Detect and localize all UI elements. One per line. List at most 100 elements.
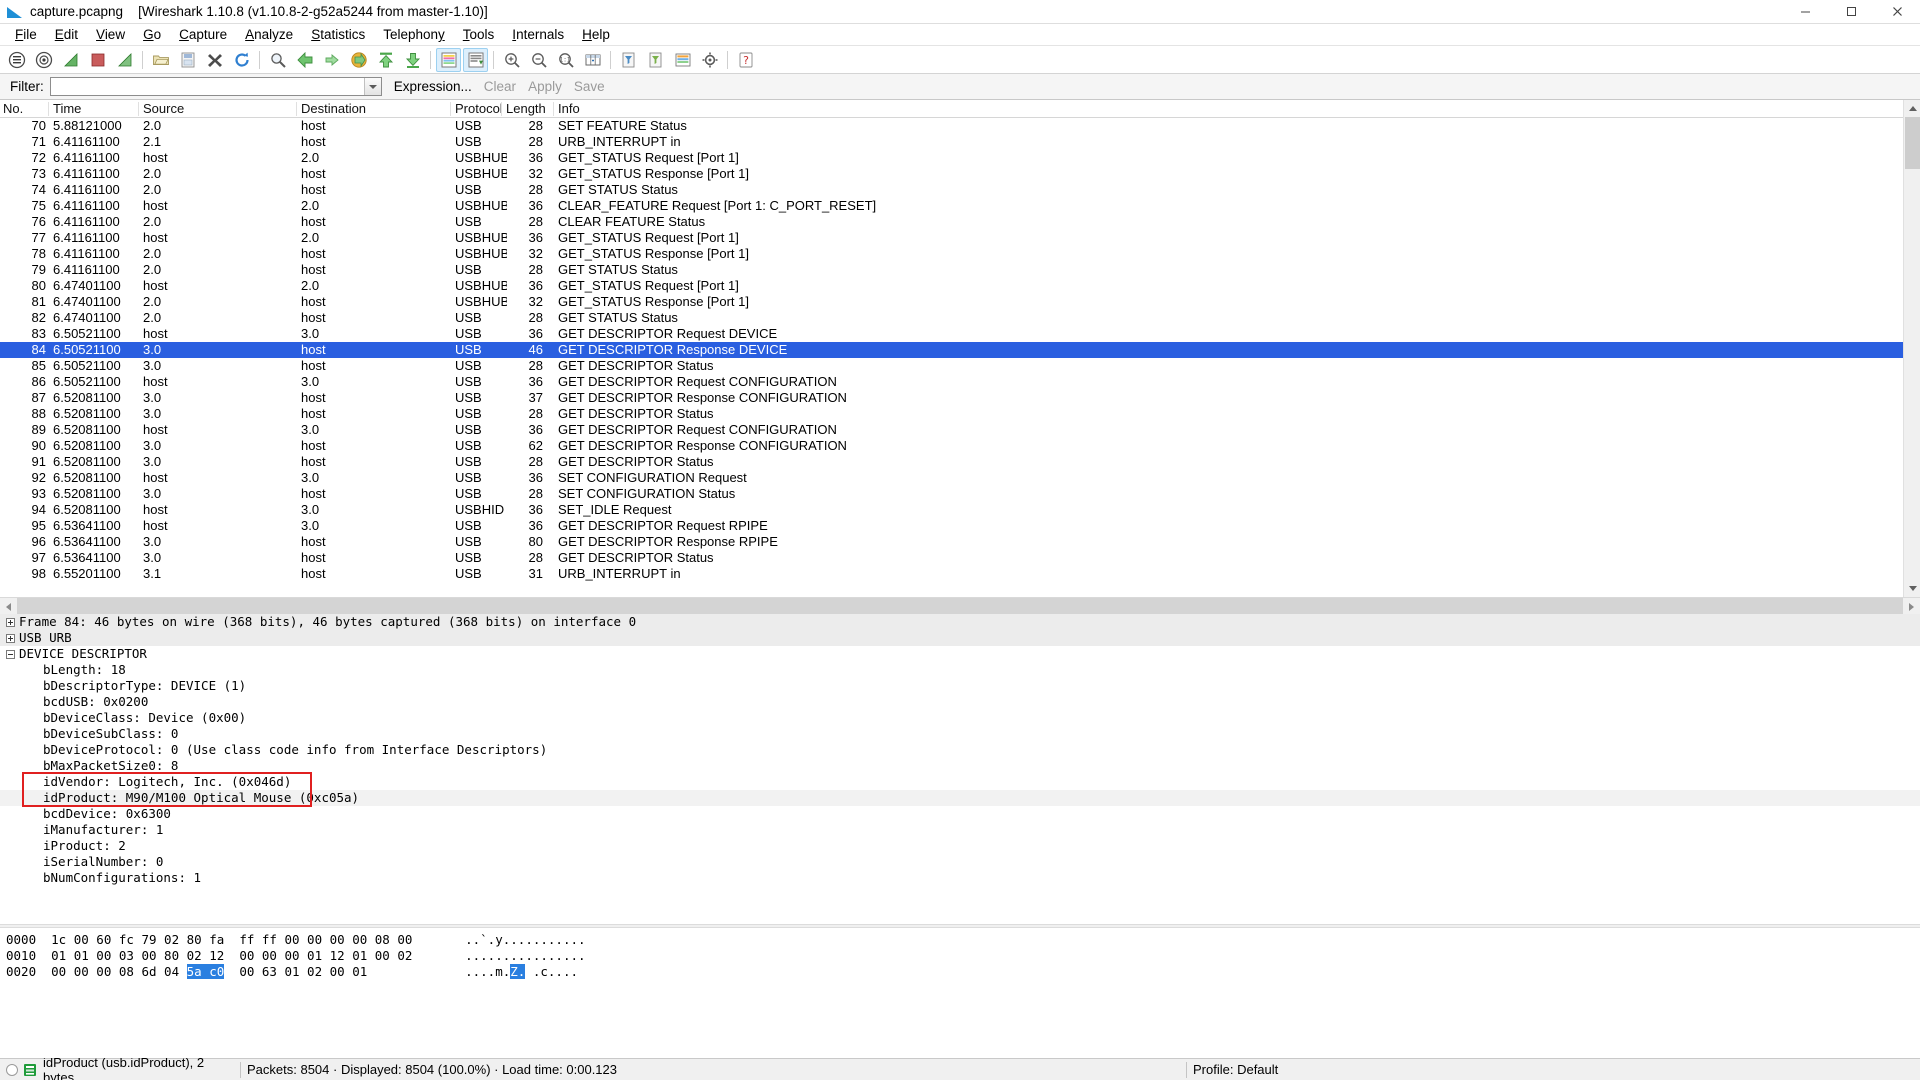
column-divider-destination[interactable] (296, 102, 297, 116)
column-header-no[interactable]: No. (0, 100, 50, 118)
auto-scroll-icon[interactable] (463, 47, 488, 72)
open-file-icon[interactable] (148, 48, 173, 72)
detail-row[interactable]: bcdDevice: 0x6300 (0, 806, 1920, 822)
chevron-down-icon[interactable] (363, 78, 381, 95)
packet-row[interactable]: 91 6.52081100 3.0 host USB 28 GET DESCRIPTOR S… (0, 454, 1903, 470)
packet-list-vertical-scrollbar[interactable] (1903, 100, 1920, 597)
close-button[interactable] (1874, 0, 1920, 24)
expression-button[interactable]: Expression... (394, 79, 472, 94)
packet-row[interactable]: 70 5.88121000 2.0 host USB 28 SET FEATURE Stat… (0, 118, 1903, 134)
detail-row[interactable]: bMaxPacketSize0: 8 (0, 758, 1920, 774)
menu-analyze[interactable]: Analyze (236, 25, 302, 44)
scrollbar-thumb[interactable] (1905, 117, 1920, 169)
menu-internals[interactable]: Internals (503, 25, 573, 44)
zoom-in-icon[interactable] (499, 48, 524, 72)
expert-info-circle-icon[interactable] (6, 1063, 18, 1076)
packet-row[interactable]: 88 6.52081100 3.0 host USB 28 GET DESCRIPTOR S… (0, 406, 1903, 422)
resize-columns-icon[interactable] (580, 48, 605, 72)
detail-row[interactable]: idProduct: M90/M100 Optical Mouse (0xc05… (0, 790, 1920, 806)
packet-row[interactable]: 95 6.53641100 host 3.0 USB 36 GET DESCRIPTOR R… (0, 518, 1903, 534)
detail-row[interactable]: bcdUSB: 0x0200 (0, 694, 1920, 710)
start-capture-icon[interactable] (58, 48, 83, 72)
column-header-protocol[interactable]: Protocol (452, 100, 507, 118)
detail-row[interactable]: bDescriptorType: DEVICE (1) (0, 678, 1920, 694)
expand-icon[interactable] (6, 633, 15, 643)
menu-help[interactable]: Help (573, 25, 619, 44)
column-header-source[interactable]: Source (140, 100, 295, 118)
capture-filters-icon[interactable] (616, 48, 641, 72)
packet-row[interactable]: 96 6.53641100 3.0 host USB 80 GET DESCRIPTOR R… (0, 534, 1903, 550)
column-header-time[interactable]: Time (50, 100, 135, 118)
interfaces-list-icon[interactable] (4, 48, 29, 72)
stop-capture-icon[interactable] (85, 48, 110, 72)
minimize-button[interactable] (1782, 0, 1828, 24)
preferences-icon[interactable] (697, 48, 722, 72)
detail-row[interactable]: bDeviceProtocol: 0 (Use class code info … (0, 742, 1920, 758)
menu-statistics[interactable]: Statistics (302, 25, 374, 44)
detail-row[interactable]: iManufacturer: 1 (0, 822, 1920, 838)
packet-list-header[interactable]: No. Time Source Destination Protocol Length In… (0, 100, 1903, 118)
find-packet-icon[interactable] (265, 48, 290, 72)
column-divider-time[interactable] (48, 102, 49, 116)
hex-dump-row[interactable]: 0010 01 01 00 03 00 80 02 12 00 00 00 01… (0, 948, 1920, 964)
packet-row[interactable]: 72 6.41161100 host 2.0 USBHUB 36 GET_STATUS Re… (0, 150, 1903, 166)
packet-list-rows[interactable]: 70 5.88121000 2.0 host USB 28 SET FEATURE Stat… (0, 118, 1903, 582)
colorize-packets-icon[interactable] (436, 47, 461, 72)
scroll-up-icon[interactable] (1904, 100, 1920, 117)
detail-row[interactable]: bDeviceClass: Device (0x00) (0, 710, 1920, 726)
go-last-packet-icon[interactable] (400, 48, 425, 72)
filter-combo[interactable] (49, 77, 382, 96)
help-contents-icon[interactable]: ? (733, 48, 758, 72)
menu-tools[interactable]: Tools (454, 25, 504, 44)
hex-dump-row[interactable]: 0020 00 00 00 08 6d 04 5a c0 00 63 01 02… (0, 964, 1920, 980)
column-header-length[interactable]: Length (503, 100, 547, 118)
save-filter-button[interactable]: Save (574, 79, 605, 94)
packet-list-horizontal-scrollbar[interactable] (0, 597, 1920, 614)
packet-row[interactable]: 98 6.55201100 3.1 host USB 31 URB_INTERRUPT in (0, 566, 1903, 582)
status-field-info-segment[interactable]: idProduct (usb.idProduct), 2 bytes (0, 1055, 240, 1080)
detail-row[interactable]: bLength: 18 (0, 662, 1920, 678)
column-header-info[interactable]: Info (555, 100, 1435, 118)
packet-row[interactable]: 74 6.41161100 2.0 host USB 28 GET STATUS Statu… (0, 182, 1903, 198)
save-file-icon[interactable] (175, 48, 200, 72)
packet-row[interactable]: 73 6.41161100 2.0 host USBHUB 32 GET_STATUS Re… (0, 166, 1903, 182)
column-header-destination[interactable]: Destination (298, 100, 446, 118)
column-divider-source[interactable] (138, 102, 139, 116)
packet-row[interactable]: 92 6.52081100 host 3.0 USB 36 SET CONFIGURATIO… (0, 470, 1903, 486)
detail-row[interactable]: iProduct: 2 (0, 838, 1920, 854)
packet-row[interactable]: 84 6.50521100 3.0 host USB 46 GET DESCRIPTOR R… (0, 342, 1903, 358)
status-profile-segment[interactable]: Profile: Default (1187, 1059, 1284, 1080)
packet-row[interactable]: 83 6.50521100 host 3.0 USB 36 GET DESCRIPTOR R… (0, 326, 1903, 342)
hscroll-trough[interactable] (17, 598, 1903, 614)
detail-row[interactable]: DEVICE DESCRIPTOR (0, 646, 1920, 662)
detail-row[interactable]: bNumConfigurations: 1 (0, 870, 1920, 886)
detail-row[interactable]: bDeviceSubClass: 0 (0, 726, 1920, 742)
column-divider-protocol[interactable] (450, 102, 451, 116)
expand-icon[interactable] (6, 617, 15, 627)
menu-telephony[interactable]: Telephony (374, 25, 454, 44)
coloring-rules-icon[interactable] (670, 48, 695, 72)
packet-row[interactable]: 82 6.47401100 2.0 host USB 28 GET STATUS Statu… (0, 310, 1903, 326)
zoom-out-icon[interactable] (526, 48, 551, 72)
packet-row[interactable]: 89 6.52081100 host 3.0 USB 36 GET DESCRIPTOR R… (0, 422, 1903, 438)
zoom-normal-icon[interactable]: 1:1 (553, 48, 578, 72)
hex-dump-row[interactable]: 0000 1c 00 60 fc 79 02 80 fa ff ff 00 00… (0, 932, 1920, 948)
packet-row[interactable]: 81 6.47401100 2.0 host USBHUB 32 GET_STATUS Re… (0, 294, 1903, 310)
go-to-packet-icon[interactable] (346, 48, 371, 72)
packet-row[interactable]: 97 6.53641100 3.0 host USB 28 GET DESCRIPTOR S… (0, 550, 1903, 566)
scroll-left-icon[interactable] (0, 598, 17, 615)
packet-list-pane[interactable]: No. Time Source Destination Protocol Length In… (0, 100, 1920, 597)
display-filters-icon[interactable] (643, 48, 668, 72)
restart-capture-icon[interactable] (112, 48, 137, 72)
menu-view[interactable]: View (87, 25, 134, 44)
detail-row[interactable]: USB URB (0, 630, 1920, 646)
menu-go[interactable]: Go (134, 25, 170, 44)
column-divider-length[interactable] (501, 102, 502, 116)
clear-filter-button[interactable]: Clear (484, 79, 516, 94)
detail-row[interactable]: Frame 84: 46 bytes on wire (368 bits), 4… (0, 614, 1920, 630)
go-forward-icon[interactable] (319, 48, 344, 72)
filter-input[interactable] (50, 78, 364, 95)
reload-file-icon[interactable] (229, 48, 254, 72)
packet-row[interactable]: 80 6.47401100 host 2.0 USBHUB 36 GET_STATUS Re… (0, 278, 1903, 294)
close-file-icon[interactable] (202, 48, 227, 72)
